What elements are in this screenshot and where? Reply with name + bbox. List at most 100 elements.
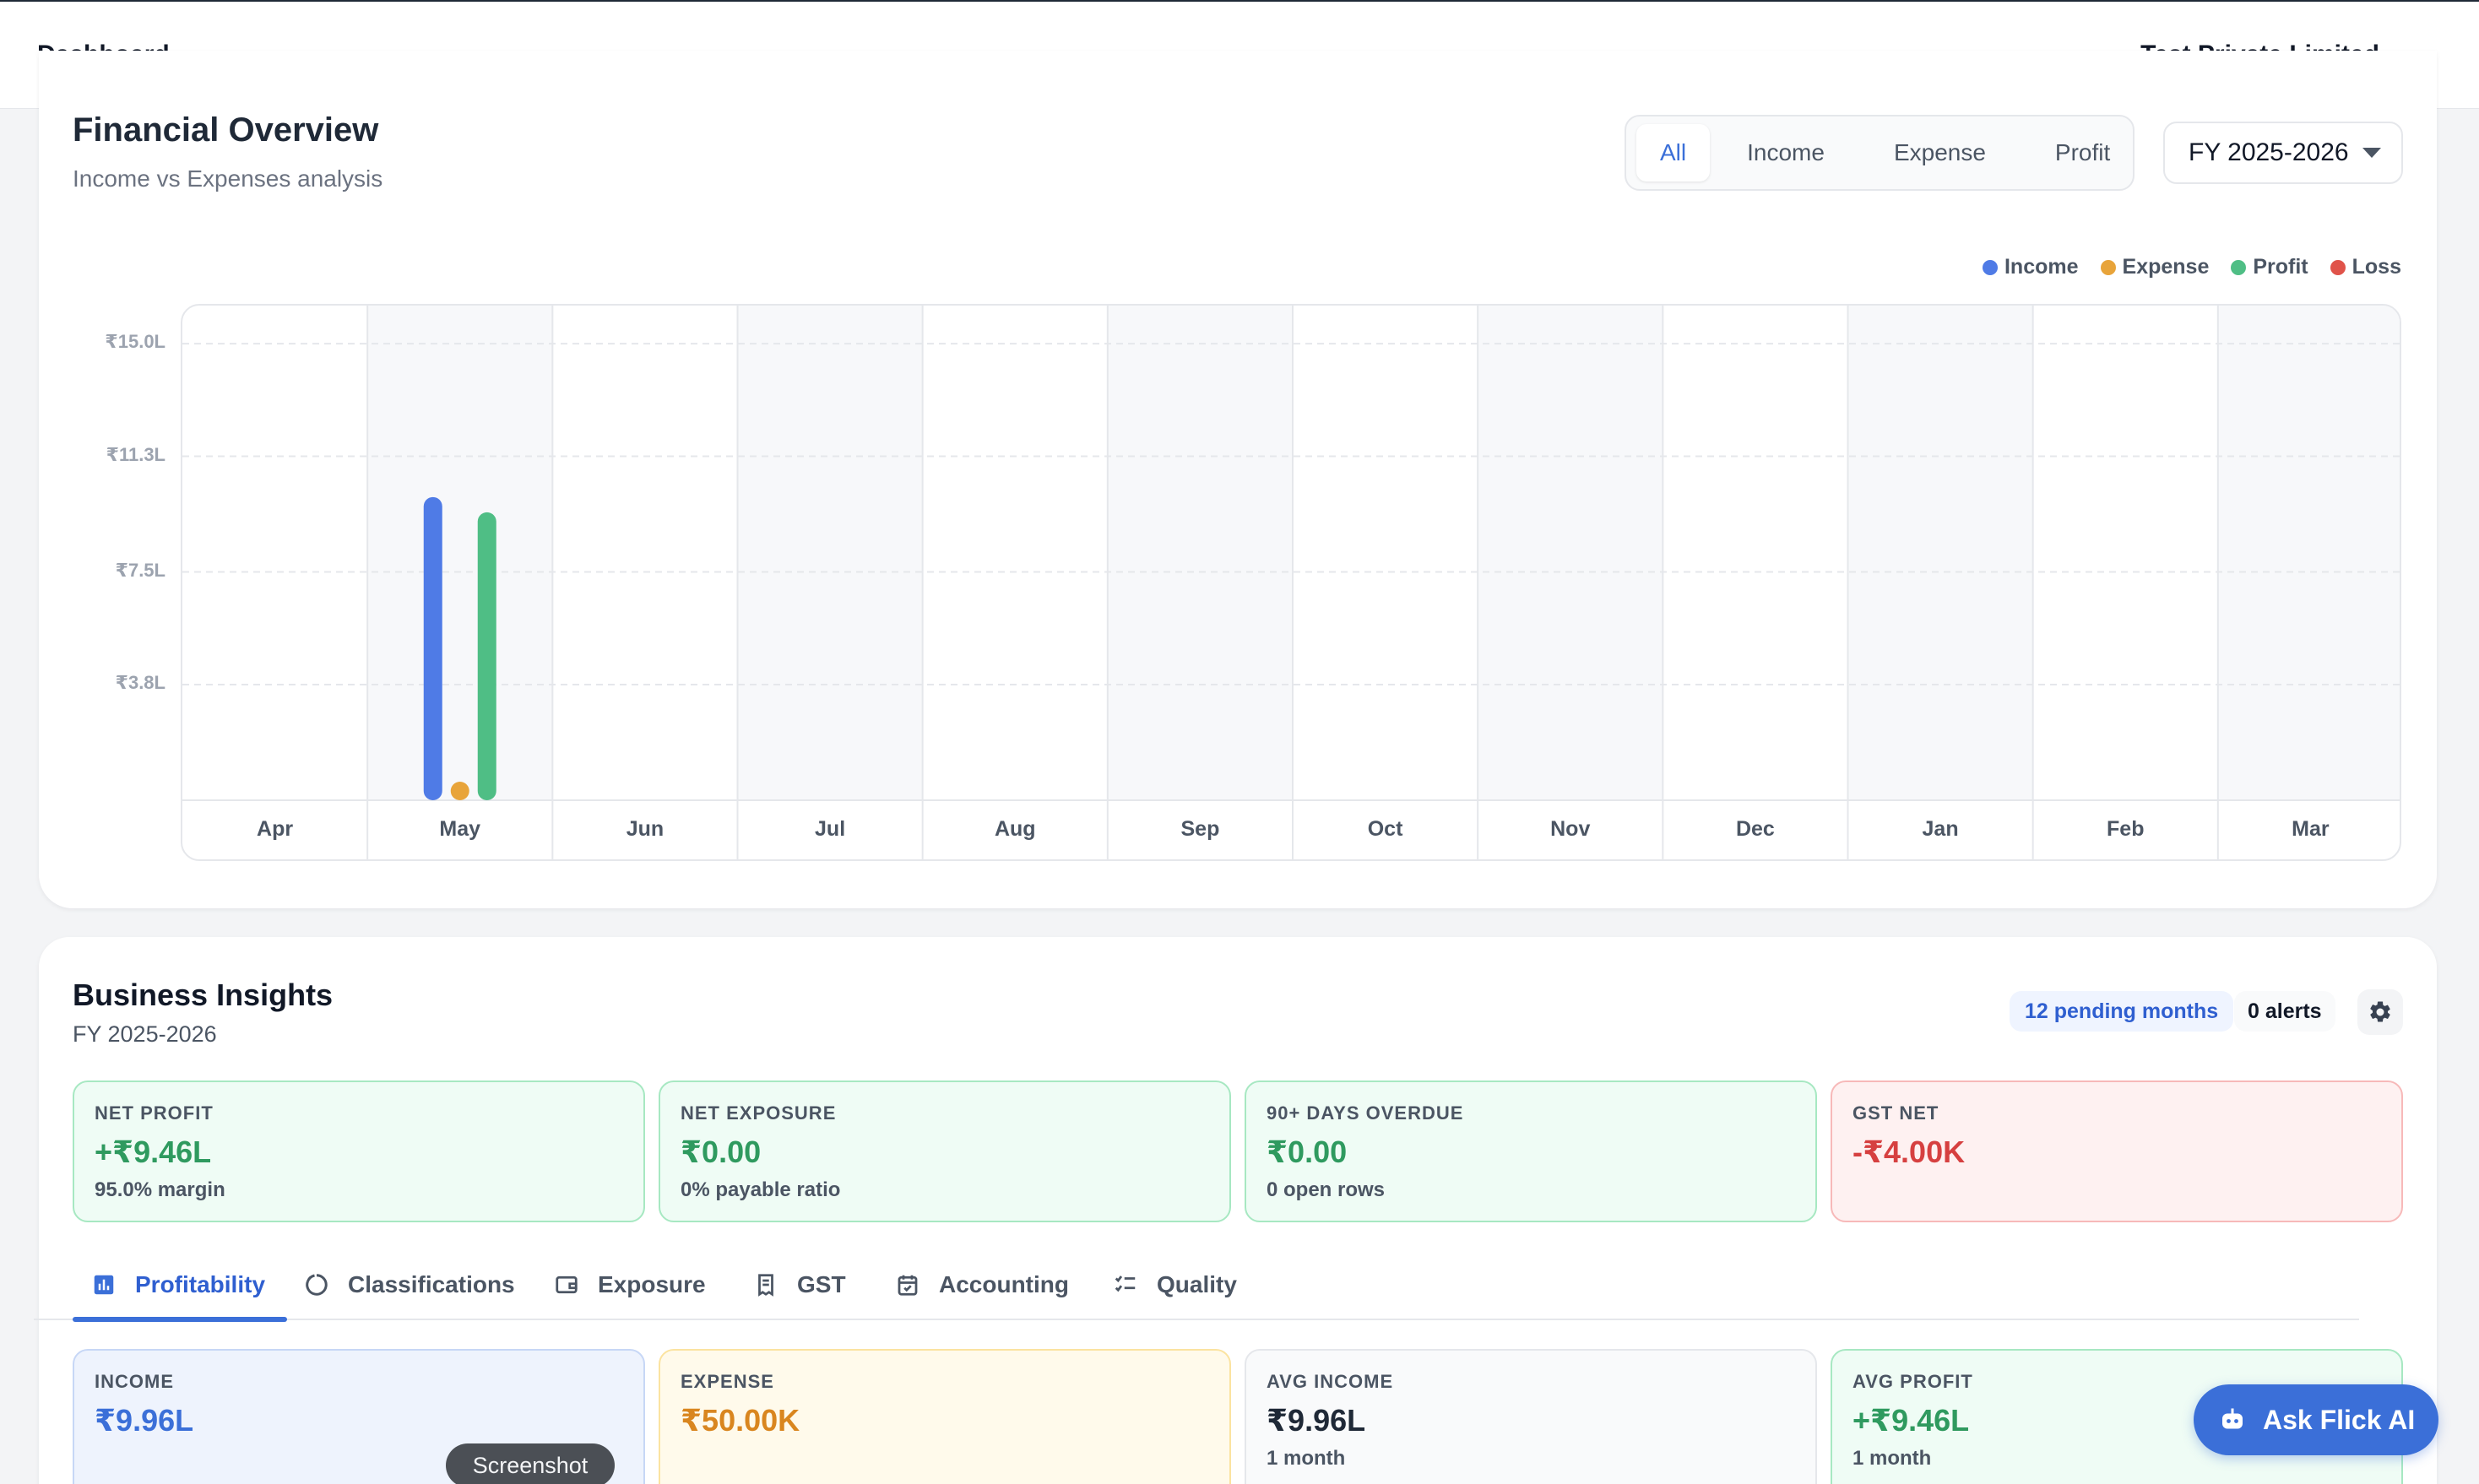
legend-label-income: Income xyxy=(2004,255,2079,279)
income-metric-label: INCOME xyxy=(95,1371,174,1392)
legend-item-expense: Expense xyxy=(2100,255,2210,279)
net-profit-value: +₹9.46L xyxy=(95,1135,212,1169)
alerts-badge[interactable]: 0 alerts xyxy=(2234,991,2335,1032)
net-exposure-card: NET EXPOSURE ₹0.00 0% payable ratio xyxy=(659,1081,1231,1222)
column-band xyxy=(737,306,923,800)
legend-item-loss: Loss xyxy=(2330,255,2401,279)
filter-expense-button[interactable]: Expense xyxy=(1862,124,2018,181)
ask-flick-ai-button[interactable]: Ask Flick AI xyxy=(2194,1384,2438,1455)
legend-label-profit: Profit xyxy=(2253,255,2308,279)
overdue-value: ₹0.00 xyxy=(1267,1135,1348,1169)
chart-legend: Income Expense Profit Loss xyxy=(1982,255,2401,279)
financial-chart-svg: Apr May Jun Jul Aug Sep Oct Nov Dec Jan Feb Mar xyxy=(182,306,2400,859)
gst-net-value: -₹4.00K xyxy=(1852,1135,1966,1169)
filter-all-button[interactable]: All xyxy=(1636,124,1711,181)
insights-tabs: Profitability Classifications Exposure G… xyxy=(34,1249,2359,1322)
x-tick-label: Apr xyxy=(257,817,293,841)
x-tick-label: Jan xyxy=(1923,817,1959,841)
caret-down-icon xyxy=(2362,148,2381,158)
insights-settings-button[interactable] xyxy=(2357,989,2403,1035)
x-tick-label: Feb xyxy=(2107,817,2144,841)
overdue-card: 90+ DAYS OVERDUE ₹0.00 0 open rows xyxy=(1245,1081,1817,1222)
expense-metric-value: ₹50.00K xyxy=(681,1403,800,1438)
active-tab-indicator xyxy=(73,1317,287,1322)
x-tick-label: Aug xyxy=(995,817,1036,841)
bar-expense xyxy=(450,782,469,800)
y-tick-label: ₹3.8L xyxy=(115,671,165,693)
column-band xyxy=(1847,306,2033,800)
legend-label-expense: Expense xyxy=(2122,255,2210,279)
tab-gst[interactable]: GST xyxy=(753,1249,846,1320)
wallet-icon xyxy=(556,1275,578,1294)
column-band xyxy=(1478,306,1663,800)
pending-months-badge[interactable]: 12 pending months xyxy=(2010,991,2234,1032)
column-band xyxy=(367,306,553,800)
bar-income xyxy=(423,496,442,800)
bar-chart-icon xyxy=(94,1275,114,1295)
fiscal-year-value: FY 2025-2026 xyxy=(2189,138,2349,166)
financial-overview-title: Financial Overview xyxy=(73,111,379,149)
y-tick-label: ₹7.5L xyxy=(115,559,165,581)
tab-quality[interactable]: Quality xyxy=(1113,1249,1237,1320)
legend-dot-loss xyxy=(2330,259,2346,275)
receipt-icon xyxy=(758,1274,773,1297)
avg-income-metric-note: 1 month xyxy=(1267,1447,1346,1470)
donut-chart-icon xyxy=(306,1274,328,1296)
filter-profit-button[interactable]: Profit xyxy=(2023,124,2142,181)
avg-income-metric-label: AVG INCOME xyxy=(1267,1371,1394,1392)
income-metric-value: ₹9.96L xyxy=(95,1403,194,1438)
legend-item-income: Income xyxy=(1982,255,2079,279)
legend-dot-profit xyxy=(2231,259,2247,275)
overdue-note: 0 open rows xyxy=(1267,1178,1386,1201)
screenshot-toast: Screenshot xyxy=(446,1443,615,1484)
net-profit-card: NET PROFIT +₹9.46L 95.0% margin xyxy=(73,1081,645,1222)
tab-profitability[interactable]: Profitability xyxy=(91,1249,265,1320)
avg-income-metric-value: ₹9.96L xyxy=(1267,1403,1366,1438)
column-band xyxy=(1107,306,1293,800)
overdue-label: 90+ DAYS OVERDUE xyxy=(1267,1102,1464,1124)
x-tick-label: Sep xyxy=(1180,817,1219,841)
y-tick-label: ₹15.0L xyxy=(105,331,165,353)
legend-dot-income xyxy=(1982,259,1998,275)
x-tick-label: May xyxy=(439,817,480,841)
x-tick-label: Dec xyxy=(1736,817,1775,841)
financial-overview-card: Financial Overview Income vs Expenses an… xyxy=(39,51,2437,908)
column-band xyxy=(2217,306,2400,800)
tab-accounting-label: Accounting xyxy=(939,1271,1069,1297)
tab-quality-label: Quality xyxy=(1157,1271,1237,1297)
calendar-check-icon xyxy=(898,1275,918,1296)
expense-metric-card: EXPENSE ₹50.00K xyxy=(659,1349,1231,1484)
tab-profitability-label: Profitability xyxy=(135,1271,266,1297)
legend-dot-expense xyxy=(2100,259,2116,275)
net-profit-label: NET PROFIT xyxy=(95,1102,214,1124)
x-tick-label: Jul xyxy=(815,817,845,841)
bar-profit xyxy=(477,512,496,800)
robot-icon xyxy=(2222,1408,2243,1429)
insights-title: Business Insights xyxy=(73,978,334,1012)
financial-chart: Apr May Jun Jul Aug Sep Oct Nov Dec Jan Feb Mar xyxy=(181,304,2401,861)
fiscal-year-select[interactable]: FY 2025-2026 xyxy=(2163,122,2403,184)
x-tick-label: Nov xyxy=(1550,817,1590,841)
x-tick-label: Mar xyxy=(2292,817,2330,841)
chart-filter-group: All Income Expense Profit xyxy=(1625,115,2135,191)
checklist-icon xyxy=(1115,1275,1136,1292)
tab-classifications[interactable]: Classifications xyxy=(304,1249,515,1320)
legend-item-profit: Profit xyxy=(2231,255,2308,279)
expense-metric-label: EXPENSE xyxy=(681,1371,774,1392)
filter-income-button[interactable]: Income xyxy=(1715,124,1857,181)
net-exposure-value: ₹0.00 xyxy=(681,1135,762,1169)
tab-accounting[interactable]: Accounting xyxy=(895,1249,1069,1320)
y-tick-label: ₹11.3L xyxy=(106,443,165,465)
gst-net-card: GST NET -₹4.00K xyxy=(1831,1081,2403,1222)
gst-net-label: GST NET xyxy=(1852,1102,1939,1124)
tab-gst-label: GST xyxy=(797,1271,846,1297)
net-exposure-note: 0% payable ratio xyxy=(681,1178,841,1201)
tab-exposure[interactable]: Exposure xyxy=(554,1249,706,1320)
net-profit-note: 95.0% margin xyxy=(95,1178,225,1201)
x-tick-label: Jun xyxy=(627,817,664,841)
ask-flick-ai-label: Ask Flick AI xyxy=(2263,1404,2416,1435)
gear-icon xyxy=(2370,1001,2390,1022)
avg-income-metric-card: AVG INCOME ₹9.96L 1 month xyxy=(1245,1349,1817,1484)
financial-overview-subtitle: Income vs Expenses analysis xyxy=(73,165,383,192)
tab-classifications-label: Classifications xyxy=(348,1271,515,1297)
